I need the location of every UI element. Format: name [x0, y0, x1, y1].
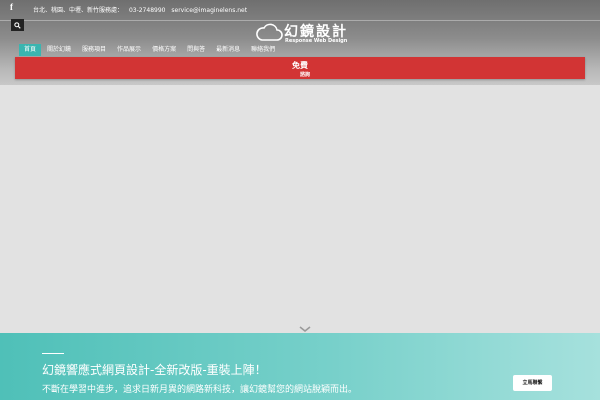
- logo-subtitle: Response Web Design: [285, 38, 348, 44]
- free-consultation-banner[interactable]: 免費 諮詢: [15, 57, 585, 79]
- nav-item-portfolio[interactable]: 作品展示: [112, 44, 146, 56]
- promo-divider: [42, 353, 64, 354]
- main-nav: 首頁 關於幻鏡 服務項目 作品展示 價格方案 問與答 最新消息 聯絡我們: [19, 44, 281, 56]
- chevron-down-icon[interactable]: [299, 326, 311, 333]
- nav-item-news[interactable]: 最新消息: [211, 44, 245, 56]
- nav-item-contact[interactable]: 聯絡我們: [246, 44, 280, 56]
- nav-item-faq[interactable]: 問與答: [182, 44, 210, 56]
- facebook-icon[interactable]: f: [10, 2, 13, 12]
- promo-bar: 幻鏡響應式網頁設計-全新改版-重裝上陣！ 不斷在學習中進步，追求日新月異的網路新…: [0, 333, 600, 400]
- banner-title: 免費: [292, 61, 308, 70]
- banner-subtitle: 諮詢: [300, 72, 311, 78]
- nav-item-home[interactable]: 首頁: [19, 44, 42, 56]
- promo-title: 幻鏡響應式網頁設計-全新改版-重裝上陣！: [42, 363, 267, 377]
- nav-item-services[interactable]: 服務項目: [77, 44, 111, 56]
- contact-info: 台北、桃園、中壢、新竹服務處： 03-2748990 service@imagi…: [33, 5, 251, 14]
- service-area-text: 台北、桃園、中壢、新竹服務處：: [33, 7, 124, 14]
- phone-link[interactable]: 03-2748990: [129, 7, 166, 14]
- email-link[interactable]: service@imaginelens.net: [171, 7, 247, 14]
- promo-description: 不斷在學習中進步，追求日新月異的網路新科技，讓幻鏡幫您的網站脫穎而出。: [42, 385, 358, 395]
- nav-item-pricing[interactable]: 價格方案: [147, 44, 181, 56]
- search-icon: [14, 21, 21, 29]
- search-button[interactable]: [11, 19, 24, 31]
- contact-now-button[interactable]: 立馬聯繫: [513, 375, 552, 391]
- cloud-icon: [256, 23, 283, 41]
- nav-item-about[interactable]: 關於幻鏡: [42, 44, 76, 56]
